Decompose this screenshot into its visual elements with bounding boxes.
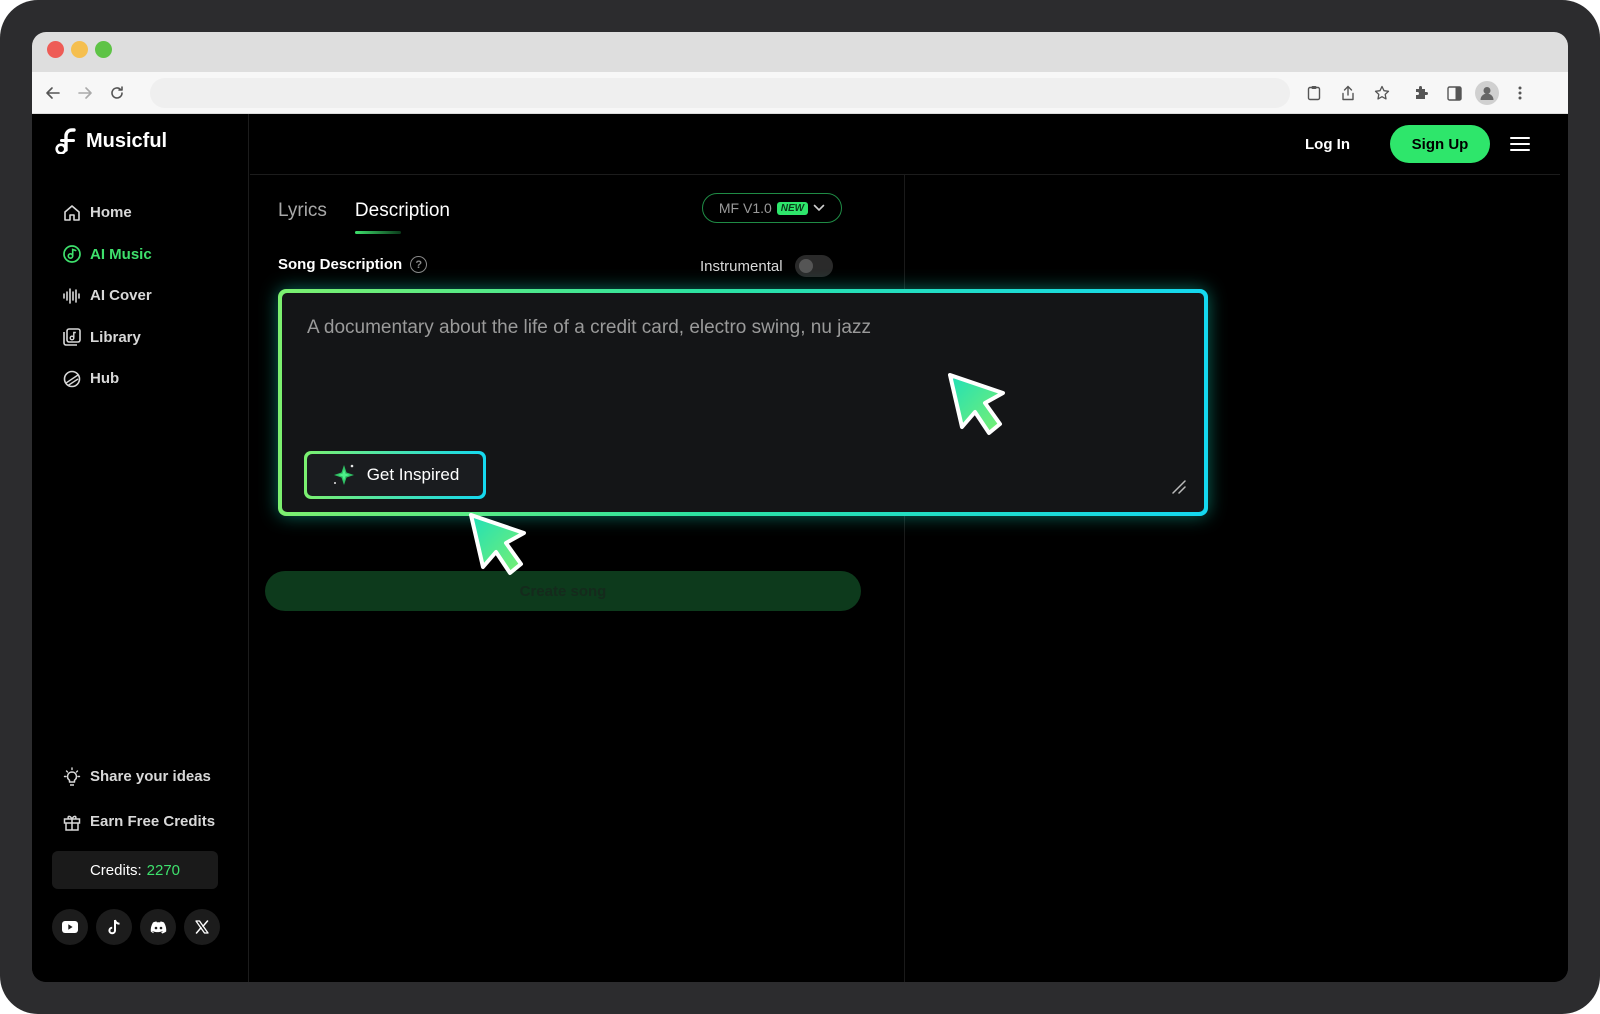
share-ideas-label: Share your ideas (90, 768, 211, 785)
app-root: Musicful Home AI Music AI Cover Library … (32, 114, 1568, 982)
sidebar-item-label: AI Music (90, 245, 152, 263)
youtube-link[interactable] (52, 909, 88, 945)
sidebar-item-label: AI Cover (90, 287, 152, 305)
browser-window: Musicful Home AI Music AI Cover Library … (32, 32, 1568, 982)
signup-button[interactable]: Sign Up (1390, 125, 1490, 163)
instrumental-toggle[interactable] (794, 255, 833, 277)
profile-avatar-icon[interactable] (1475, 81, 1499, 105)
song-description-highlight: A documentary about the life of a credit… (278, 289, 1208, 516)
discord-icon (150, 921, 166, 933)
create-song-button[interactable]: Create song (265, 571, 861, 611)
resize-handle-icon[interactable] (1172, 480, 1186, 494)
social-links (52, 909, 220, 945)
create-song-label: Create song (519, 582, 607, 600)
song-description-input[interactable]: A documentary about the life of a credit… (282, 293, 1204, 512)
sidebar-item-ai-cover[interactable]: AI Cover (62, 275, 152, 317)
credits-box: Credits: 2270 (52, 851, 218, 889)
get-inspired-button[interactable]: Get Inspired (307, 454, 483, 496)
extensions-icon[interactable] (1409, 81, 1433, 105)
tab-description[interactable]: Description (354, 200, 450, 234)
sidebar-bottom-nav: Share your ideas Earn Free Credits (62, 754, 215, 844)
browser-toolbar (32, 72, 1568, 114)
sidebar-nav: Home AI Music AI Cover Library Hub (62, 192, 152, 400)
get-inspired-highlight: Get Inspired (304, 451, 486, 499)
title-bar (32, 32, 1568, 72)
help-icon[interactable]: ? (410, 256, 428, 273)
clipboard-icon[interactable] (1302, 81, 1326, 105)
reload-icon[interactable] (104, 80, 130, 106)
sidebar-item-label: Library (90, 328, 141, 346)
share-ideas-link[interactable]: Share your ideas (62, 754, 215, 799)
home-icon (64, 204, 80, 221)
sidebar-item-ai-music[interactable]: AI Music (62, 234, 152, 276)
logo[interactable]: Musicful (54, 128, 167, 154)
sidebar-item-label: Home (90, 204, 132, 222)
tiktok-link[interactable] (96, 909, 132, 945)
sparkle-icon (333, 464, 354, 485)
sidebar-item-home[interactable]: Home (62, 192, 152, 234)
tiktok-icon (108, 919, 120, 935)
song-description-label: Song Description (278, 256, 403, 273)
sidebar: Musicful Home AI Music AI Cover Library … (32, 114, 249, 982)
model-value: MF V1.0 (718, 200, 772, 216)
musicful-logo-icon (55, 128, 76, 154)
device-frame: Musicful Home AI Music AI Cover Library … (0, 0, 1600, 1014)
address-bar[interactable] (150, 78, 1290, 108)
star-icon[interactable] (1370, 81, 1394, 105)
x-icon (195, 920, 209, 934)
hub-icon (63, 370, 81, 388)
x-link[interactable] (184, 909, 220, 945)
instrumental-label: Instrumental (700, 257, 783, 275)
library-icon (63, 328, 81, 347)
model-select[interactable]: MF V1.0 NEW (702, 193, 842, 223)
get-inspired-label: Get Inspired (366, 465, 460, 484)
side-panel-icon[interactable] (1442, 81, 1466, 105)
sidebar-item-label: Hub (90, 370, 120, 388)
youtube-icon (62, 921, 78, 933)
login-button[interactable]: Log In (1305, 136, 1350, 153)
close-window-button[interactable] (47, 41, 64, 58)
top-bar: Log In Sign Up (250, 114, 1560, 175)
hamburger-menu-icon[interactable] (1510, 136, 1530, 152)
sidebar-item-library[interactable]: Library (62, 317, 152, 359)
minimize-window-button[interactable] (71, 41, 88, 58)
credits-label: Credits: (89, 861, 142, 879)
credits-value: 2270 (146, 861, 181, 879)
tab-lyrics[interactable]: Lyrics (278, 200, 327, 232)
chevron-down-icon (813, 204, 825, 212)
instrumental-toggle-row: Instrumental (700, 255, 833, 277)
share-icon[interactable] (1336, 81, 1360, 105)
ai-music-icon (63, 245, 81, 264)
pointer-cursor-icon (948, 373, 1005, 435)
mode-tabs: Lyrics Description (278, 200, 450, 234)
earn-credits-link[interactable]: Earn Free Credits (62, 799, 215, 844)
earn-credits-label: Earn Free Credits (90, 813, 216, 830)
lightbulb-icon (63, 766, 81, 786)
new-badge: NEW (776, 201, 809, 215)
maximize-window-button[interactable] (95, 41, 112, 58)
gift-icon (63, 815, 81, 831)
waveform-icon (63, 287, 80, 304)
more-options-icon[interactable] (1508, 81, 1532, 105)
song-description-heading: Song Description ? (278, 256, 428, 273)
sidebar-item-hub[interactable]: Hub (62, 358, 152, 400)
app-name: Musicful (86, 129, 168, 152)
back-arrow-icon[interactable] (40, 80, 66, 106)
forward-arrow-icon[interactable] (72, 80, 98, 106)
pointer-cursor-icon (469, 513, 526, 575)
discord-link[interactable] (140, 909, 176, 945)
textarea-placeholder: A documentary about the life of a credit… (307, 317, 871, 338)
